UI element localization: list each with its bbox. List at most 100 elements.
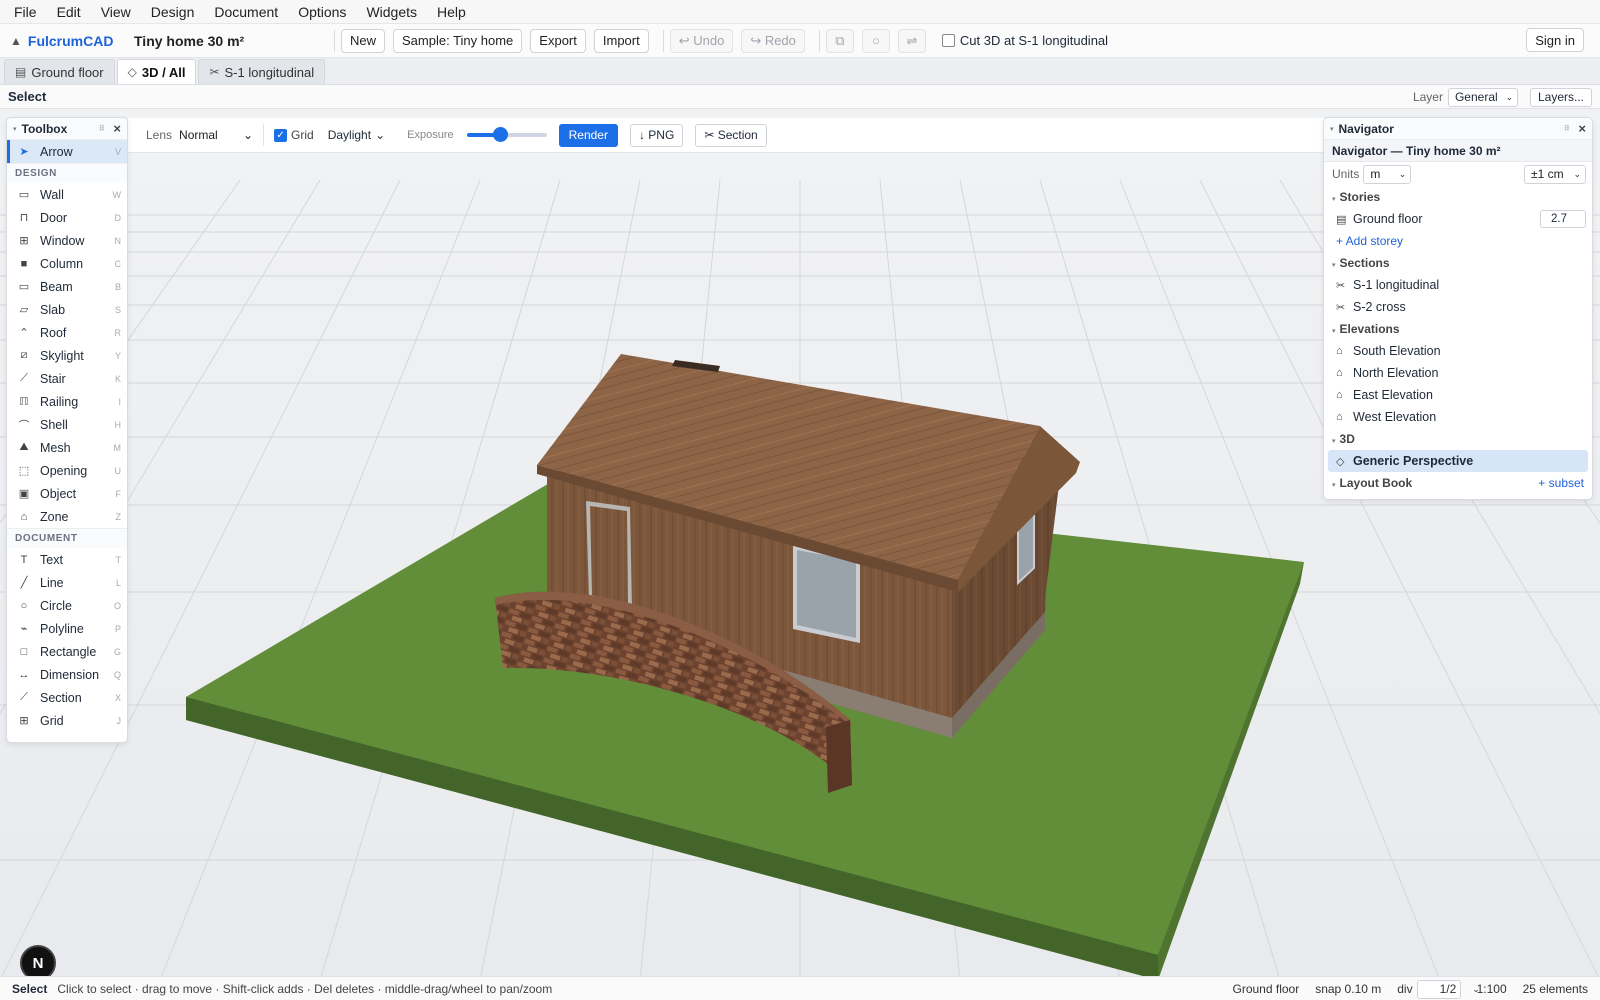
elevation-west-elevation[interactable]: ⌂ West Elevation	[1324, 406, 1592, 428]
house-door[interactable]	[590, 506, 628, 604]
tool-dimension[interactable]: ↔ Dimension Q	[7, 663, 127, 686]
tool-label: Line	[40, 575, 64, 590]
tool-text[interactable]: T Text T	[7, 548, 127, 571]
close-icon[interactable]: ×	[1578, 121, 1586, 136]
elevation-east-elevation[interactable]: ⌂ East Elevation	[1324, 384, 1592, 406]
menu-design[interactable]: Design	[141, 0, 205, 24]
add-storey-link[interactable]: + Add storey	[1324, 230, 1592, 252]
tool-shortcut: L	[115, 577, 121, 588]
tool-opening[interactable]: ⬚ Opening U	[7, 459, 127, 482]
tool-door[interactable]: ⊓ Door D	[7, 206, 127, 229]
house-window-glass[interactable]	[797, 550, 856, 638]
collapse-icon[interactable]: ▾	[1330, 125, 1334, 133]
toolbox-header[interactable]: ▾ Toolbox ⠿ ×	[7, 118, 127, 140]
tool-arrow[interactable]: ➤ Arrow V	[7, 140, 127, 163]
tool-stair[interactable]: ⟋ Stair K	[7, 367, 127, 390]
lens-select[interactable]: Normal ⌄	[179, 128, 253, 142]
sample-button[interactable]: Sample: Tiny home	[393, 28, 523, 53]
tool-shell[interactable]: ⌒ Shell H	[7, 413, 127, 436]
storey-ground-floor[interactable]: ▤ Ground floor 2.7	[1324, 208, 1592, 230]
redo-button[interactable]: ↪ Redo	[741, 28, 805, 53]
tool-section[interactable]: ⟋ Section X	[7, 686, 127, 709]
elevations-section[interactable]: ▾ Elevations	[1324, 318, 1592, 340]
tool-slab[interactable]: ▱ Slab S	[7, 298, 127, 321]
collapse-icon: ▾	[1332, 482, 1336, 489]
section-s-1-longitudinal[interactable]: ✂ S-1 longitudinal	[1324, 274, 1592, 296]
tab-ground-floor[interactable]: ▤ Ground floor	[4, 59, 115, 84]
storey-height-input[interactable]: 2.7	[1540, 210, 1586, 228]
view-generic-perspective[interactable]: ◇ Generic Perspective	[1328, 450, 1588, 472]
tool-wall[interactable]: ▭ Wall W	[7, 183, 127, 206]
sections-section[interactable]: ▾ Sections	[1324, 252, 1592, 274]
tab-label: 3D / All	[141, 64, 186, 80]
elevation-north-elevation[interactable]: ⌂ North Elevation	[1324, 362, 1592, 384]
shell-icon: ⌒	[18, 419, 30, 432]
precision-select[interactable]: ±1 cm ⌄	[1524, 164, 1586, 184]
tool-line[interactable]: ╱ Line L	[7, 571, 127, 594]
tool-label: Rectangle	[40, 644, 97, 659]
menu-view[interactable]: View	[91, 0, 141, 24]
tool-grid[interactable]: ⊞ Grid J	[7, 709, 127, 732]
sign-in-button[interactable]: Sign in	[1526, 28, 1584, 52]
section-label: 3D	[1339, 432, 1355, 446]
toolbox-category-document: DOCUMENT	[7, 528, 127, 548]
cut-3d-toggle[interactable]: Cut 3D at S-1 longitudinal	[941, 33, 1108, 48]
close-icon[interactable]: ×	[113, 121, 121, 136]
add-subset-link[interactable]: + subset	[1538, 472, 1584, 494]
tool-window[interactable]: ⊞ Window N	[7, 229, 127, 252]
stories-section[interactable]: ▾ Stories	[1324, 186, 1592, 208]
tool-shortcut: C	[114, 258, 122, 269]
menu-widgets[interactable]: Widgets	[356, 0, 427, 24]
collapse-icon[interactable]: ▾	[13, 125, 17, 133]
tool-rectangle[interactable]: □ Rectangle G	[7, 640, 127, 663]
drag-handle-icon[interactable]: ⠿	[99, 124, 105, 133]
mirror-icon[interactable]: ⇌	[897, 28, 926, 53]
toolbox-panel: ▾ Toolbox ⠿ × ➤ Arrow V DESIGN ▭ Wall W ⊓ Do…	[6, 117, 128, 743]
section-s-2-cross[interactable]: ✂ S-2 cross	[1324, 296, 1592, 318]
section-button[interactable]: ✂ Section	[695, 123, 767, 147]
exposure-handle[interactable]	[493, 127, 509, 142]
tool-column[interactable]: ■ Column C	[7, 252, 127, 275]
tool-label: Roof	[40, 325, 67, 340]
tool-beam[interactable]: ▭ Beam B	[7, 275, 127, 298]
menu-options[interactable]: Options	[288, 0, 356, 24]
tool-polyline[interactable]: ⌁ Polyline P	[7, 617, 127, 640]
tool-skylight[interactable]: ⧄ Skylight Y	[7, 344, 127, 367]
menu-edit[interactable]: Edit	[47, 0, 91, 24]
layer-select[interactable]: General ⌄	[1447, 87, 1518, 107]
layers-button[interactable]: Layers...	[1529, 87, 1592, 107]
undo-button[interactable]: ↩ Undo	[669, 28, 734, 53]
exposure-slider[interactable]	[466, 127, 547, 142]
import-button[interactable]: Import	[593, 28, 649, 53]
tool-zone[interactable]: ⌂ Zone Z	[7, 505, 127, 528]
tool-mesh[interactable]: ⛰ Mesh M	[7, 436, 127, 459]
png-button[interactable]: ↓ PNG	[629, 123, 684, 147]
menu-file[interactable]: File	[4, 0, 47, 24]
render-button[interactable]: Render	[558, 123, 618, 147]
div-select[interactable]: 1/2 ⌄	[1416, 979, 1480, 999]
drag-handle-icon[interactable]: ⠿	[1564, 124, 1570, 133]
layout-book-section[interactable]: ▾ Layout Book + subset	[1324, 472, 1592, 494]
document-tools-list: T Text T ╱ Line L ○ Circle O ⌁ Polyline P □ Rectangle…	[7, 548, 127, 732]
tool-circle[interactable]: ○ Circle O	[7, 594, 127, 617]
tool-object[interactable]: ▣ Object F	[7, 482, 127, 505]
3d-section[interactable]: ▾ 3D	[1324, 428, 1592, 450]
cut-3d-checkbox[interactable]	[941, 34, 955, 47]
copy-icon[interactable]: ⧉	[825, 28, 854, 53]
tool-shortcut: U	[114, 465, 122, 476]
tab-3d-all[interactable]: ◇ 3D / All	[116, 59, 197, 84]
navigator-header[interactable]: ▾ Navigator ⠿ ×	[1324, 118, 1592, 140]
export-button[interactable]: Export	[530, 28, 586, 53]
light-select[interactable]: Daylight ⌄	[328, 128, 385, 142]
elevation-south-elevation[interactable]: ⌂ South Elevation	[1324, 340, 1592, 362]
grid-checkbox[interactable]: ✓	[274, 128, 288, 142]
menu-document[interactable]: Document	[204, 0, 288, 24]
tab-s1-longitudinal[interactable]: ✂ S-1 longitudinal	[198, 59, 326, 84]
toolbox-title: Toolbox	[21, 121, 68, 136]
tool-railing[interactable]: ℿ Railing I	[7, 390, 127, 413]
menu-help[interactable]: Help	[427, 0, 476, 24]
units-select[interactable]: m ⌄	[1363, 164, 1412, 184]
new-button[interactable]: New	[341, 28, 386, 53]
rotate-icon[interactable]: ○	[861, 28, 890, 53]
tool-roof[interactable]: ⌃ Roof R	[7, 321, 127, 344]
